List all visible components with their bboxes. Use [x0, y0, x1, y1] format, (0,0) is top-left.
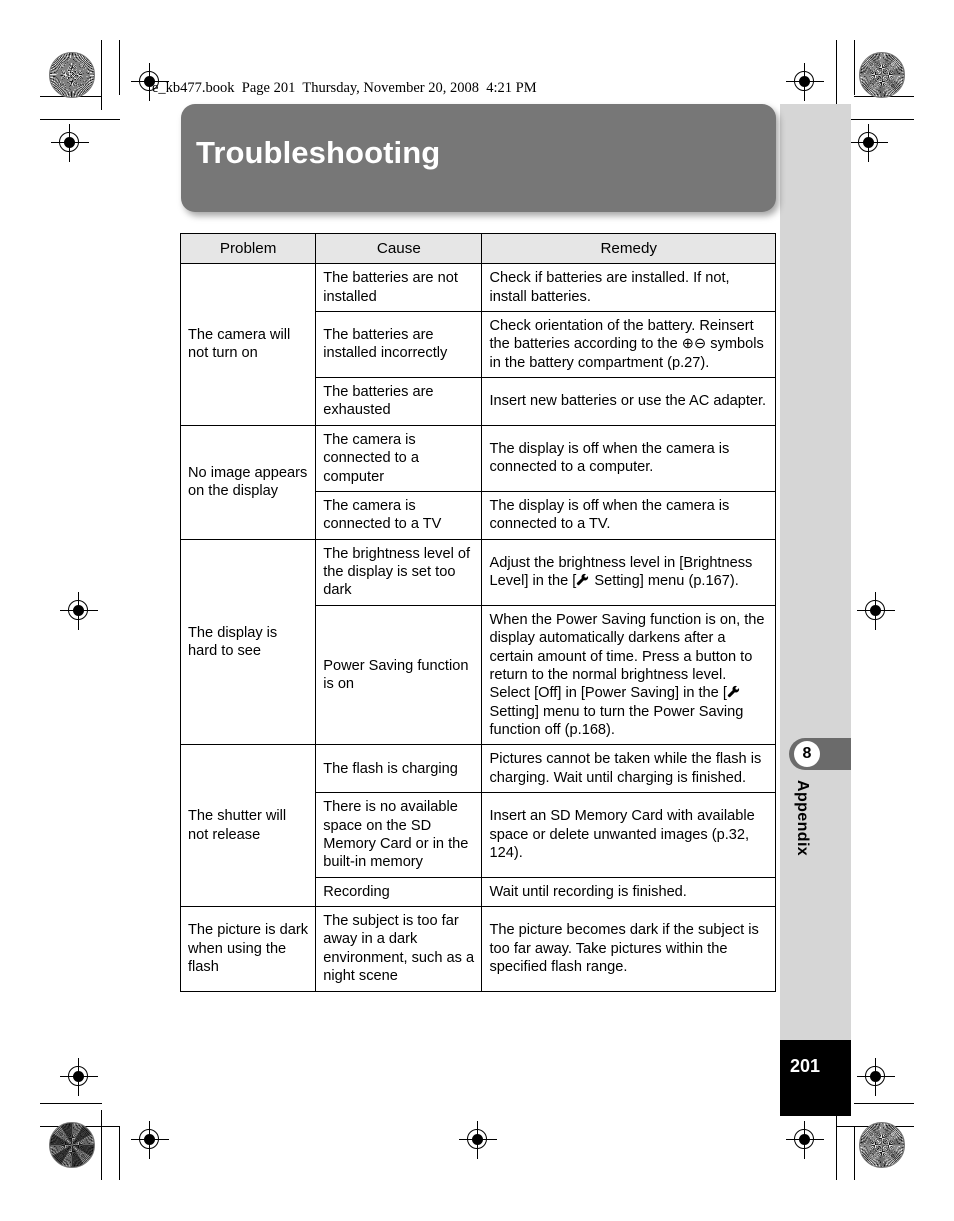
trim-rule — [101, 40, 102, 110]
chapter-label: Appendix — [794, 780, 811, 857]
column-header-remedy: Remedy — [481, 232, 776, 265]
troubleshooting-table: Problem Cause Remedy The camera will not… — [179, 232, 776, 992]
trim-rule — [854, 40, 855, 95]
cell-remedy: Adjust the brightness level in [Brightne… — [481, 538, 776, 606]
cell-remedy: Check orientation of the battery. Reinse… — [481, 310, 776, 379]
column-header-problem: Problem — [179, 232, 317, 265]
density-patch-pinwheel — [49, 1122, 95, 1168]
cell-remedy: Insert new batteries or use the AC adapt… — [481, 377, 776, 426]
chapter-tab: 8 — [789, 738, 851, 770]
density-patch-starburst — [49, 52, 95, 98]
cell-remedy: The display is off when the camera is co… — [481, 424, 776, 492]
cell-cause: The subject is too far away in a dark en… — [315, 906, 483, 992]
cell-problem: The display is hard to see — [179, 538, 317, 746]
registration-target-icon — [786, 1121, 824, 1159]
trim-rule — [854, 1103, 914, 1104]
sidebar-gray-band — [780, 104, 851, 1040]
cell-remedy: The picture becomes dark if the subject … — [481, 906, 776, 992]
trim-rule — [119, 40, 120, 95]
cell-cause: Power Saving function is on — [315, 604, 483, 746]
trim-rule — [836, 1126, 914, 1127]
cell-problem: The picture is dark when using the flash — [179, 906, 317, 992]
trim-rule — [119, 1126, 120, 1180]
density-patch-pinwheel — [859, 1122, 905, 1168]
trim-rule — [40, 1126, 120, 1127]
cell-remedy: Check if batteries are installed. If not… — [481, 263, 776, 312]
cell-cause: The flash is charging — [315, 744, 483, 794]
registration-target-icon — [786, 63, 824, 101]
table-row: The display is hard to see The brightness… — [179, 538, 776, 746]
cell-cause: The camera is connected to a computer — [315, 424, 483, 492]
table-row: The shutter will not release The flash is… — [179, 744, 776, 908]
registration-target-icon — [857, 592, 895, 630]
page-number-block: 201 — [780, 1040, 851, 1116]
trim-rule — [40, 119, 120, 120]
trim-rule — [854, 96, 914, 97]
cell-remedy: Insert an SD Memory Card with available … — [481, 792, 776, 878]
cell-cause: Recording — [315, 876, 483, 908]
table-header-row: Problem Cause Remedy — [179, 232, 776, 265]
trim-rule — [40, 1103, 102, 1104]
registration-target-icon — [51, 124, 89, 162]
section-title-banner: Troubleshooting — [181, 104, 776, 212]
registration-target-icon — [857, 1058, 895, 1096]
registration-target-icon — [850, 124, 888, 162]
wrench-icon — [727, 686, 739, 698]
trim-rule — [836, 1110, 837, 1180]
registration-target-icon — [131, 1121, 169, 1159]
cell-cause: The batteries are installed incorrectly — [315, 310, 483, 379]
running-header: e_kb477.book Page 201 Thursday, November… — [152, 80, 537, 96]
density-patch-pinwheel — [859, 52, 905, 98]
wrench-icon — [577, 574, 589, 586]
column-header-cause: Cause — [315, 232, 483, 265]
table-row: The camera will not turn on The batteries… — [179, 263, 776, 426]
cell-cause: There is no available space on the SD Me… — [315, 792, 483, 878]
registration-target-icon — [459, 1121, 497, 1159]
table-body: The camera will not turn on The batteries… — [179, 263, 776, 992]
cell-remedy: The display is off when the camera is co… — [481, 490, 776, 540]
table-row: The picture is dark when using the flash… — [179, 906, 776, 992]
cell-remedy: Pictures cannot be taken while the flash… — [481, 744, 776, 794]
chapter-number-badge: 8 — [794, 741, 820, 767]
registration-target-icon — [60, 1058, 98, 1096]
cell-cause: The camera is connected to a TV — [315, 490, 483, 540]
trim-rule — [854, 1126, 855, 1180]
cell-remedy: When the Power Saving function is on, th… — [481, 604, 776, 746]
cell-problem: The shutter will not release — [179, 744, 317, 908]
registration-target-icon — [60, 592, 98, 630]
table-row: No image appears on the display The camer… — [179, 424, 776, 540]
trim-rule — [101, 1110, 102, 1180]
page-title: Troubleshooting — [196, 135, 441, 170]
cell-problem: No image appears on the display — [179, 424, 317, 540]
cell-cause: The batteries are exhausted — [315, 377, 483, 426]
cell-problem: The camera will not turn on — [179, 263, 317, 426]
cell-cause: The batteries are not installed — [315, 263, 483, 312]
cell-cause: The brightness level of the display is s… — [315, 538, 483, 606]
trim-rule — [40, 96, 102, 97]
cell-remedy: Wait until recording is finished. — [481, 876, 776, 908]
page-number: 201 — [790, 1056, 821, 1076]
trim-rule — [836, 40, 837, 110]
